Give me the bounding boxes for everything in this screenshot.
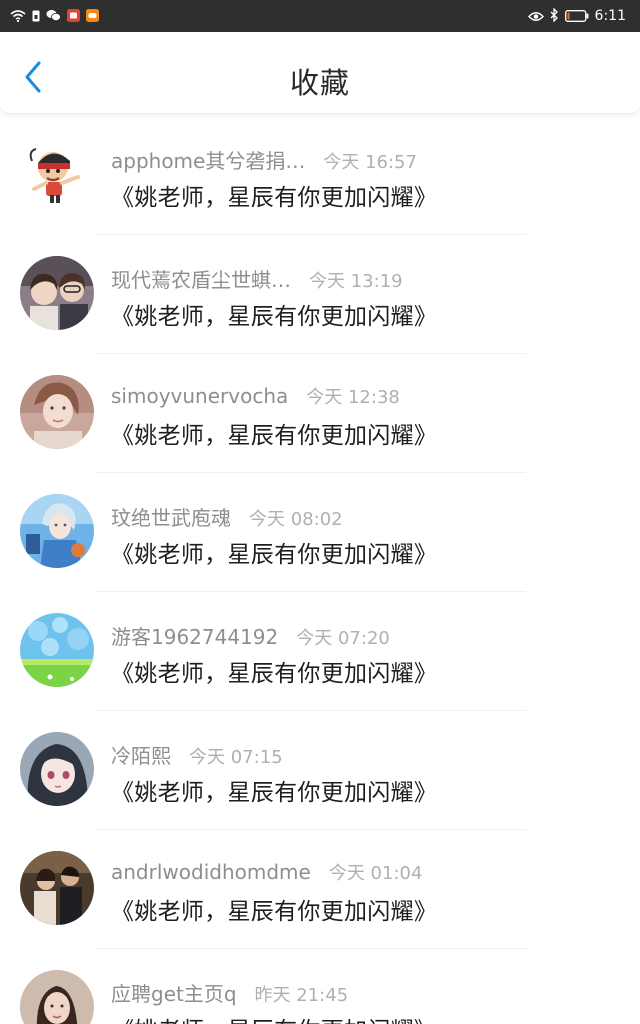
username[interactable]: 应聘get主页q (111, 978, 237, 1007)
timestamp: 今天 07:20 (296, 628, 390, 649)
list-item[interactable]: simoyvunervocha 今天 12:38 《姚老师，星辰有你更加闪耀》 (0, 354, 640, 473)
message-text[interactable]: 《姚老师，星辰有你更加闪耀》 (111, 178, 437, 212)
avatar[interactable] (20, 732, 94, 806)
item-meta: 现代蔫农盾尘世蜞… 今天 13:19 (111, 264, 403, 293)
username[interactable]: apphome其兮砻捐… (111, 145, 305, 174)
notification-icon (67, 7, 80, 26)
anime-boy-avatar-image (20, 494, 94, 568)
woman-avatar-image (20, 970, 94, 1024)
message-text[interactable]: 《姚老师，星辰有你更加闪耀》 (111, 535, 437, 569)
username[interactable]: 游客1962744192 (111, 621, 278, 650)
username[interactable]: andrlwodidhomdme (111, 860, 311, 884)
item-meta: 玟绝世武庖魂 今天 08:02 (111, 502, 343, 531)
battery-icon (564, 7, 589, 26)
list-item[interactable]: 玟绝世武庖魂 今天 08:02 《姚老师，星辰有你更加闪耀》 (0, 473, 640, 592)
status-time: 6:11 (594, 8, 626, 24)
avatar[interactable] (20, 494, 94, 568)
page-title: 收藏 (289, 66, 350, 100)
bluetooth-icon (550, 6, 559, 26)
anime-girl-avatar-image (20, 732, 94, 806)
wifi-icon (10, 7, 26, 26)
item-meta: 应聘get主页q 昨天 21:45 (111, 978, 349, 1007)
username[interactable]: 现代蔫农盾尘世蜞… (111, 264, 291, 293)
cartoon-avatar-image (20, 137, 94, 211)
username[interactable]: 玟绝世武庖魂 (111, 502, 231, 531)
eye-icon (527, 7, 544, 26)
list-item[interactable]: 现代蔫农盾尘世蜞… 今天 13:19 《姚老师，星辰有你更加闪耀》 (0, 235, 640, 354)
app-header: 收藏 (0, 32, 640, 114)
timestamp: 今天 16:57 (323, 152, 417, 173)
avatar[interactable] (20, 375, 94, 449)
avatar[interactable] (20, 137, 94, 211)
list-item[interactable]: andrlwodidhomdme 今天 01:04 《姚老师，星辰有你更加闪耀》 (0, 830, 640, 949)
avatar[interactable] (20, 851, 94, 925)
list-item[interactable]: apphome其兮砻捐… 今天 16:57 《姚老师，星辰有你更加闪耀》 (0, 116, 640, 235)
username[interactable]: simoyvunervocha (111, 384, 288, 408)
message-text[interactable]: 《姚老师，星辰有你更加闪耀》 (111, 416, 437, 450)
avatar[interactable] (20, 613, 94, 687)
timestamp: 今天 08:02 (249, 509, 343, 530)
timestamp: 今天 07:15 (189, 747, 283, 768)
item-meta: 游客1962744192 今天 07:20 (111, 621, 390, 650)
message-text[interactable]: 《姚老师，星辰有你更加闪耀》 (111, 1011, 437, 1024)
two-girls-avatar-image (20, 256, 94, 330)
message-text[interactable]: 《姚老师，星辰有你更加闪耀》 (111, 654, 437, 688)
timestamp: 今天 01:04 (328, 863, 423, 884)
couple-avatar-image (20, 851, 94, 925)
wechat-icon (46, 7, 61, 26)
list-item[interactable]: 应聘get主页q 昨天 21:45 《姚老师，星辰有你更加闪耀》 (0, 949, 640, 1024)
girl-portrait-avatar-image (20, 375, 94, 449)
timestamp: 今天 13:19 (309, 271, 403, 292)
game-icon (86, 7, 99, 26)
bokeh-avatar-image (20, 613, 94, 687)
avatar[interactable] (20, 256, 94, 330)
message-text[interactable]: 《姚老师，星辰有你更加闪耀》 (111, 892, 437, 926)
message-text[interactable]: 《姚老师，星辰有你更加闪耀》 (111, 773, 437, 807)
item-meta: 冷陌熙 今天 07:15 (111, 740, 283, 769)
item-meta: apphome其兮砻捐… 今天 16:57 (111, 145, 417, 174)
status-bar: 6:11 (0, 0, 640, 32)
item-meta: andrlwodidhomdme 今天 01:04 (111, 859, 422, 885)
message-text[interactable]: 《姚老师，星辰有你更加闪耀》 (111, 297, 437, 331)
status-bar-left (10, 7, 99, 26)
favorites-list: apphome其兮砻捐… 今天 16:57 《姚老师，星辰有你更加闪耀》 现代蔫… (0, 116, 640, 1024)
sim-icon (32, 7, 40, 26)
item-meta: simoyvunervocha 今天 12:38 (111, 383, 400, 409)
avatar[interactable] (20, 970, 94, 1024)
username[interactable]: 冷陌熙 (111, 740, 171, 769)
timestamp: 昨天 21:45 (254, 985, 349, 1006)
status-bar-right: 6:11 (527, 6, 626, 26)
list-item[interactable]: 冷陌熙 今天 07:15 《姚老师，星辰有你更加闪耀》 (0, 711, 640, 830)
list-item[interactable]: 游客1962744192 今天 07:20 《姚老师，星辰有你更加闪耀》 (0, 592, 640, 711)
timestamp: 今天 12:38 (306, 387, 400, 408)
